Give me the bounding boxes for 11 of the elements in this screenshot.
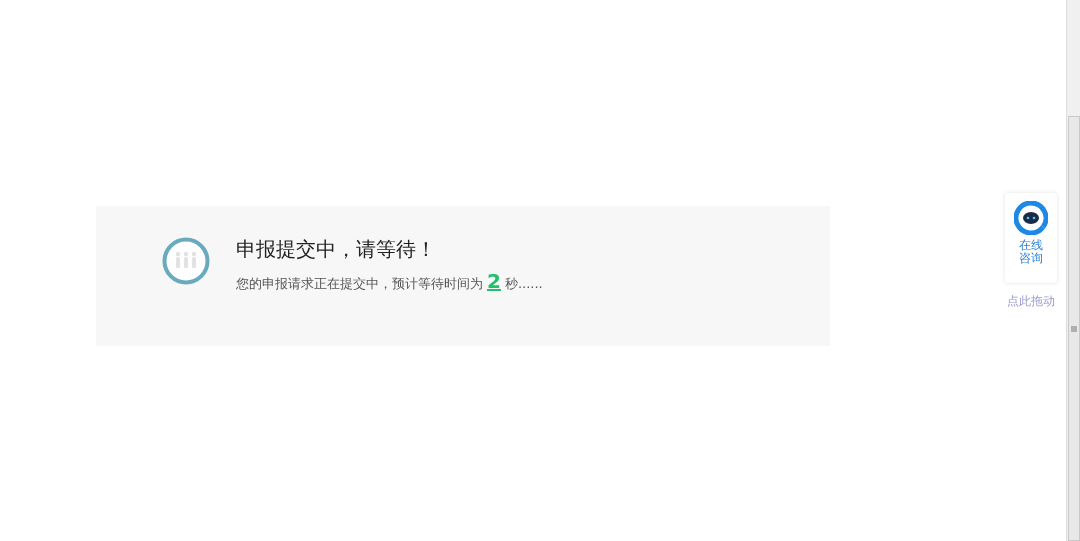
status-title: 申报提交中，请等待！ xyxy=(236,237,437,261)
countdown-number: 2 xyxy=(487,269,501,293)
scrollbar[interactable] xyxy=(1066,0,1080,541)
consult-label: 在线 咨询 xyxy=(1019,239,1043,265)
message-text: 您的申报请求正在提交中，预计等待时间为 xyxy=(236,275,483,293)
consult-button[interactable]: 在线 咨询 xyxy=(1005,193,1057,283)
message-text: 秒...... xyxy=(504,275,543,293)
drag-hint[interactable]: 点此拖动 xyxy=(1007,293,1055,310)
grip-icon xyxy=(1070,325,1077,332)
robot-icon xyxy=(1014,201,1048,235)
waiting-icon xyxy=(162,237,210,285)
